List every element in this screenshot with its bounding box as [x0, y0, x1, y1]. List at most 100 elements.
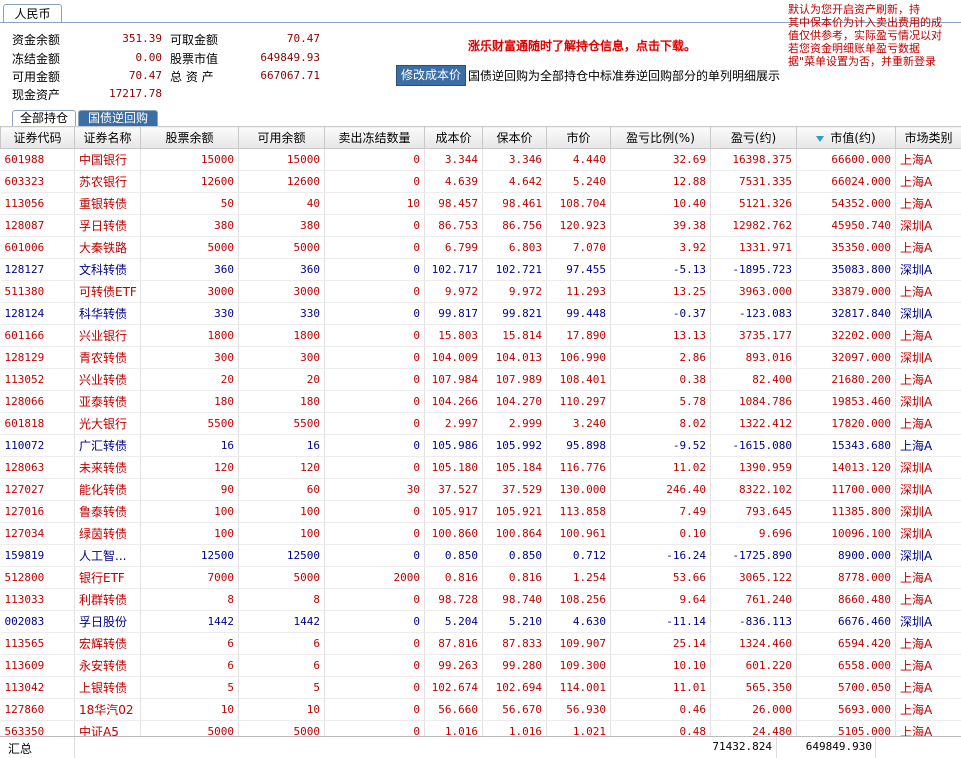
cell-pnl: -123.083: [711, 303, 797, 325]
cell-balance: 8: [141, 589, 239, 611]
cell-cost: 86.753: [425, 215, 483, 237]
cell-name: 光大银行: [75, 413, 141, 435]
cell-cost: 15.803: [425, 325, 483, 347]
cell-pnl: 9.696: [711, 523, 797, 545]
cell-market-value: 35083.800: [797, 259, 896, 281]
frozen-label: 冻结金额: [12, 50, 60, 67]
cell-breakeven: 105.992: [483, 435, 547, 457]
cell-pnl-pct: 5.78: [611, 391, 711, 413]
col-header-balance[interactable]: 股票余额: [141, 127, 239, 149]
cell-pnl: -1725.890: [711, 545, 797, 567]
table-row[interactable]: 113042上银转债550102.674102.694114.00111.015…: [1, 677, 961, 699]
cell-breakeven: 3.346: [483, 149, 547, 171]
table-row[interactable]: 511380可转债ETF3000300009.9729.97211.29313.…: [1, 281, 961, 303]
cell-market-type: 深圳A: [896, 545, 961, 567]
cell-code: 511380: [1, 281, 75, 303]
cell-market-value: 11385.800: [797, 501, 896, 523]
table-row[interactable]: 601818光大银行5500550002.9972.9993.2408.0213…: [1, 413, 961, 435]
currency-tab-rmb[interactable]: 人民币: [3, 4, 62, 23]
table-row[interactable]: 128129青农转债3003000104.009104.013106.9902.…: [1, 347, 961, 369]
col-header-pnl-pct[interactable]: 盈亏比例(%): [611, 127, 711, 149]
table-row[interactable]: 002083孚日股份1442144205.2045.2104.630-11.14…: [1, 611, 961, 633]
download-promo-link[interactable]: 涨乐财富通随时了解持仓信息，点击下载。: [468, 37, 696, 54]
cell-pnl-pct: -16.24: [611, 545, 711, 567]
col-header-market-value[interactable]: 市值(约): [797, 127, 896, 149]
cell-cost: 104.009: [425, 347, 483, 369]
cell-market-value: 14013.120: [797, 457, 896, 479]
refresh-notice: 默认为您开启资产刷新，持 其中保本价为计入卖出费用的成 值仅供参考，实际盈亏情况…: [788, 3, 961, 85]
cell-price: 99.448: [547, 303, 611, 325]
table-row[interactable]: 512800银行ETF7000500020000.8160.8161.25453…: [1, 567, 961, 589]
cell-code: 603323: [1, 171, 75, 193]
cell-available: 20: [239, 369, 325, 391]
cell-cost: 56.660: [425, 699, 483, 721]
col-header-market-type[interactable]: 市场类别: [896, 127, 961, 149]
cell-pnl-pct: 2.86: [611, 347, 711, 369]
cell-name: 未来转债: [75, 457, 141, 479]
cell-sell-frozen: 0: [325, 457, 425, 479]
col-header-name[interactable]: 证券名称: [75, 127, 141, 149]
cell-market-value: 21680.200: [797, 369, 896, 391]
table-row[interactable]: 127016鲁泰转债1001000105.917105.921113.8587.…: [1, 501, 961, 523]
table-row[interactable]: 159819人工智...125001250000.8500.8500.712-1…: [1, 545, 961, 567]
table-row[interactable]: 128124科华转债330330099.81799.82199.448-0.37…: [1, 303, 961, 325]
col-header-breakeven[interactable]: 保本价: [483, 127, 547, 149]
cell-breakeven: 105.921: [483, 501, 547, 523]
total-assets-value: 667067.71: [240, 69, 320, 82]
cell-cost: 104.266: [425, 391, 483, 413]
cell-price: 106.990: [547, 347, 611, 369]
table-row[interactable]: 113052兴业转债20200107.984107.989108.4010.38…: [1, 369, 961, 391]
table-row[interactable]: 601006大秦铁路5000500006.7996.8037.0703.9213…: [1, 237, 961, 259]
table-header-row: 证券代码 证券名称 股票余额 可用余额 卖出冻结数量 成本价 保本价 市价 盈亏…: [1, 127, 961, 149]
tab-all-holdings[interactable]: 全部持仓: [12, 110, 76, 126]
table-row[interactable]: 113033利群转债88098.72898.740108.2569.64761.…: [1, 589, 961, 611]
col-header-available[interactable]: 可用余额: [239, 127, 325, 149]
table-row[interactable]: 113056重银转债50401098.45798.461108.70410.40…: [1, 193, 961, 215]
cell-breakeven: 102.694: [483, 677, 547, 699]
cell-cost: 105.986: [425, 435, 483, 457]
cell-market-value: 6594.420: [797, 633, 896, 655]
cell-sell-frozen: 0: [325, 677, 425, 699]
cell-market-type: 深圳A: [896, 611, 961, 633]
cell-sell-frozen: 0: [325, 589, 425, 611]
cell-price: 100.961: [547, 523, 611, 545]
cell-price: 120.923: [547, 215, 611, 237]
table-row[interactable]: 110072广汇转债16160105.986105.99295.898-9.52…: [1, 435, 961, 457]
cell-market-value: 45950.740: [797, 215, 896, 237]
table-row[interactable]: 128066亚泰转债1801800104.266104.270110.2975.…: [1, 391, 961, 413]
table-row[interactable]: 12786018华汽021010056.66056.67056.9300.462…: [1, 699, 961, 721]
table-row[interactable]: 127034绿茵转债1001000100.860100.864100.9610.…: [1, 523, 961, 545]
cell-sell-frozen: 10: [325, 193, 425, 215]
table-row[interactable]: 113609永安转债66099.26399.280109.30010.10601…: [1, 655, 961, 677]
tab-treasury-repo[interactable]: 国债逆回购: [78, 110, 158, 126]
table-row[interactable]: 113565宏辉转债66087.81687.833109.90725.14132…: [1, 633, 961, 655]
col-header-price[interactable]: 市价: [547, 127, 611, 149]
col-header-sell-frozen[interactable]: 卖出冻结数量: [325, 127, 425, 149]
cell-cost: 2.997: [425, 413, 483, 435]
table-row[interactable]: 128063未来转债1201200105.180105.184116.77611…: [1, 457, 961, 479]
notice-line: 默认为您开启资产刷新，持: [788, 3, 961, 16]
cell-pnl-pct: 0.46: [611, 699, 711, 721]
cell-sell-frozen: 0: [325, 171, 425, 193]
cell-market-type: 上海A: [896, 655, 961, 677]
col-header-cost[interactable]: 成本价: [425, 127, 483, 149]
cell-market-value: 33879.000: [797, 281, 896, 303]
table-row[interactable]: 127027能化转债90603037.52737.529130.000246.4…: [1, 479, 961, 501]
table-row[interactable]: 601988中国银行150001500003.3443.3464.44032.6…: [1, 149, 961, 171]
table-row[interactable]: 603323苏农银行126001260004.6394.6425.24012.8…: [1, 171, 961, 193]
cell-price: 109.907: [547, 633, 611, 655]
table-row[interactable]: 128127文科转债3603600102.717102.72197.455-5.…: [1, 259, 961, 281]
cell-code: 601166: [1, 325, 75, 347]
cell-market-type: 上海A: [896, 171, 961, 193]
col-header-pnl[interactable]: 盈亏(约): [711, 127, 797, 149]
cell-market-value: 10096.100: [797, 523, 896, 545]
cell-market-value: 8660.480: [797, 589, 896, 611]
cell-sell-frozen: 0: [325, 501, 425, 523]
table-row[interactable]: 601166兴业银行18001800015.80315.81417.89013.…: [1, 325, 961, 347]
cell-cost: 107.984: [425, 369, 483, 391]
edit-cost-button[interactable]: 修改成本价: [396, 65, 466, 86]
col-header-code[interactable]: 证券代码: [1, 127, 75, 149]
cell-price: 108.401: [547, 369, 611, 391]
table-row[interactable]: 128087孚日转债380380086.75386.756120.92339.3…: [1, 215, 961, 237]
cell-cost: 4.639: [425, 171, 483, 193]
